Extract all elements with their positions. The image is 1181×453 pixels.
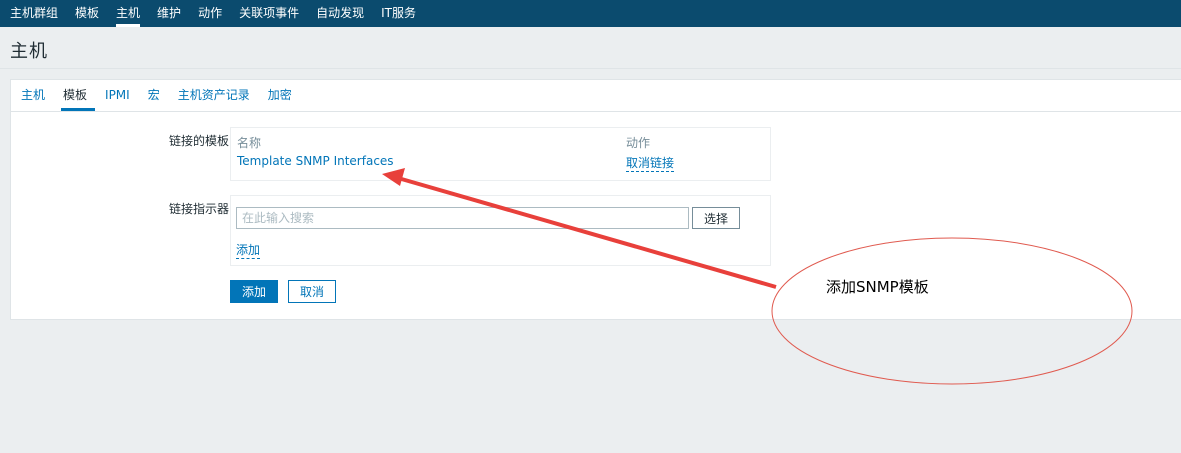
annotation-overlay <box>382 168 1133 385</box>
annotation-ellipse <box>771 237 1133 385</box>
annotation-arrow-shaft <box>397 176 777 289</box>
annotation-note: 添加SNMP模板 <box>826 278 929 296</box>
annotation-arrow-head <box>382 168 405 186</box>
